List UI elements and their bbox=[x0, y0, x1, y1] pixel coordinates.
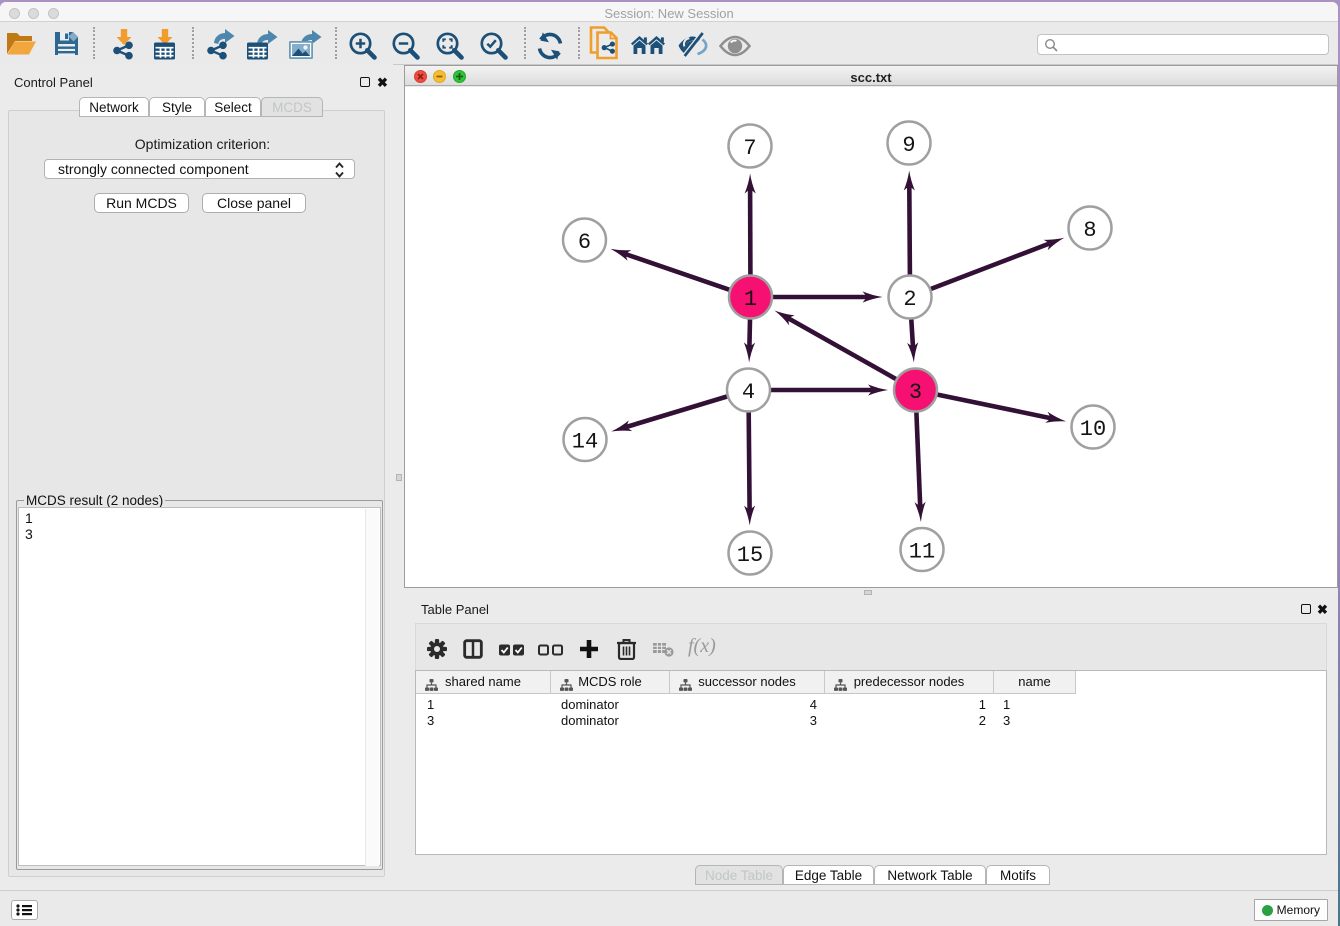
svg-text:10: 10 bbox=[1080, 417, 1106, 442]
svg-text:11: 11 bbox=[909, 539, 935, 564]
svg-text:15: 15 bbox=[737, 543, 763, 568]
svg-text:6: 6 bbox=[578, 230, 591, 255]
svg-text:4: 4 bbox=[742, 380, 755, 405]
svg-text:3: 3 bbox=[909, 380, 922, 405]
svg-text:7: 7 bbox=[743, 136, 756, 161]
svg-text:14: 14 bbox=[572, 429, 598, 454]
svg-text:2: 2 bbox=[903, 287, 916, 312]
svg-text:9: 9 bbox=[902, 133, 915, 158]
svg-text:8: 8 bbox=[1083, 218, 1096, 243]
svg-text:1: 1 bbox=[744, 287, 757, 312]
